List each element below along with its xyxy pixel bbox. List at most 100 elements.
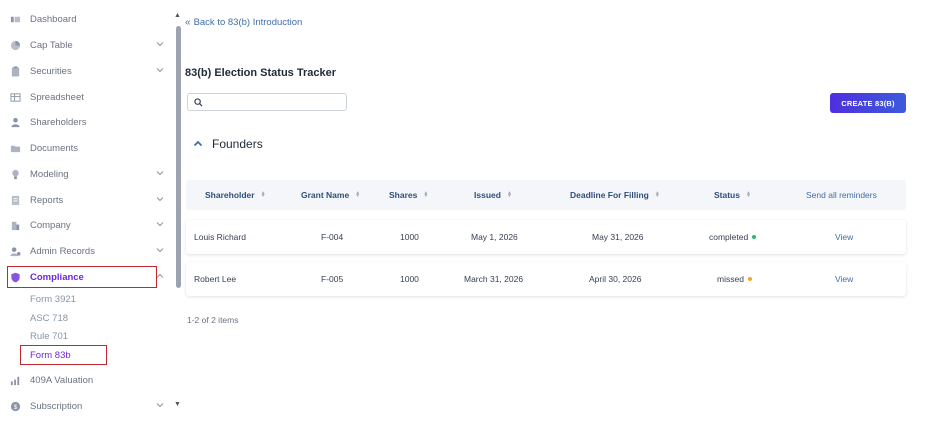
sort-icon: ▲ ▼ <box>260 190 266 199</box>
sidebar-subitem-form-3921[interactable]: Form 3921 <box>30 291 76 307</box>
building-icon <box>10 220 21 231</box>
chevron-down-icon <box>156 248 164 253</box>
cell-grant-name: F-005 <box>321 274 344 284</box>
back-link-label: Back to 83(b) Introduction <box>193 17 303 28</box>
sidebar-item-label: Reports <box>30 194 64 206</box>
column-header-shares[interactable]: Shares ▲ ▼ <box>389 180 428 210</box>
folder-icon <box>10 143 21 154</box>
cell-shareholder: Louis Richard <box>194 232 246 242</box>
report-icon <box>10 195 21 206</box>
valuation-icon <box>10 375 21 386</box>
sidebar-item-modeling[interactable]: Modeling <box>10 164 168 184</box>
sidebar-scrollbar-thumb[interactable] <box>176 26 181 288</box>
sidebar-item-label: 409A Valuation <box>30 374 94 386</box>
status-dot <box>752 235 757 239</box>
chevron-up-icon <box>193 140 203 147</box>
svg-text:$: $ <box>14 403 18 410</box>
status-text: missed <box>717 274 744 284</box>
sidebar-subitem-rule-701[interactable]: Rule 701 <box>30 328 68 344</box>
sort-icon: ▲ ▼ <box>745 190 751 199</box>
sidebar-item-reports[interactable]: Reports <box>10 190 168 210</box>
sidebar-item-label: Company <box>30 219 71 231</box>
clipboard-icon <box>10 65 21 77</box>
sidebar-item-admin-records[interactable]: Admin Records <box>10 241 168 261</box>
search-box[interactable] <box>187 93 347 111</box>
sidebar: Dashboard Cap Table Securities Spreadshe… <box>0 0 172 424</box>
sidebar-item-409a-valuation[interactable]: 409A Valuation <box>10 370 168 390</box>
sidebar-item-subscription[interactable]: $ Subscription <box>10 396 168 416</box>
page-title: 83(b) Election Status Tracker <box>185 67 336 79</box>
status-text: completed <box>709 232 749 242</box>
cell-issued: March 31, 2026 <box>464 274 524 284</box>
cell-status: missed <box>717 262 752 296</box>
sidebar-item-label: Subscription <box>30 400 83 412</box>
spreadsheet-icon <box>10 92 21 103</box>
column-header-issued[interactable]: Issued ▲ ▼ <box>474 180 512 210</box>
admin-icon <box>10 246 21 257</box>
sidebar-subitem-asc-718[interactable]: ASC 718 <box>30 310 68 326</box>
chevron-down-icon <box>156 42 164 47</box>
sidebar-item-label: Documents <box>30 142 79 154</box>
sidebar-item-label: Dashboard <box>30 13 77 25</box>
sidebar-item-label: Securities <box>30 65 72 77</box>
table-header: Shareholder ▲ ▼ Grant Name ▲ ▼ Shares ▲ ▼ I… <box>186 180 906 210</box>
compliance-highlight-box <box>7 266 157 288</box>
sidebar-item-dashboard[interactable]: Dashboard <box>10 9 168 29</box>
cell-deadline: April 30, 2026 <box>589 274 642 284</box>
sidebar-item-documents[interactable]: Documents <box>10 138 168 158</box>
user-icon <box>10 117 21 128</box>
cell-deadline: May 31, 2026 <box>592 232 644 242</box>
pagination-summary: 1-2 of 2 items <box>187 315 239 325</box>
founders-section-toggle[interactable]: Founders <box>193 137 263 151</box>
sidebar-item-securities[interactable]: Securities <box>10 61 168 81</box>
sidebar-item-label: Admin Records <box>30 245 95 257</box>
status-dot <box>747 277 752 281</box>
subscription-icon: $ <box>10 401 21 412</box>
chevron-up-icon <box>156 273 164 278</box>
cell-issued: May 1, 2026 <box>471 232 518 242</box>
column-header-grant-name[interactable]: Grant Name ▲ ▼ <box>301 180 360 210</box>
sort-icon: ▲ ▼ <box>355 190 361 199</box>
view-link[interactable]: View <box>835 262 853 296</box>
double-chevron-left-icon: « <box>185 17 191 28</box>
cell-grant-name: F-004 <box>321 232 344 242</box>
sort-icon: ▲ ▼ <box>506 190 512 199</box>
sidebar-item-label: Shareholders <box>30 116 87 128</box>
sort-icon: ▲ ▼ <box>423 190 429 199</box>
sidebar-item-label: Cap Table <box>30 39 73 51</box>
scroll-down-arrow[interactable]: ▼ <box>174 401 181 408</box>
send-all-reminders-link[interactable]: Send all reminders <box>806 180 877 210</box>
cell-shares: 1000 <box>400 232 419 242</box>
sort-icon: ▲ ▼ <box>654 190 660 199</box>
sidebar-item-label: Spreadsheet <box>30 91 84 103</box>
cell-shares: 1000 <box>400 274 419 284</box>
sidebar-item-label: Modeling <box>30 168 69 180</box>
scroll-up-arrow[interactable]: ▲ <box>174 12 181 19</box>
bulb-icon <box>10 169 21 180</box>
view-link[interactable]: View <box>835 220 853 254</box>
column-header-deadline[interactable]: Deadline For Filling ▲ ▼ <box>570 180 660 210</box>
column-header-status[interactable]: Status ▲ ▼ <box>714 180 751 210</box>
cell-shareholder: Robert Lee <box>194 274 237 284</box>
sidebar-item-spreadsheet[interactable]: Spreadsheet <box>10 87 168 107</box>
create-83b-button[interactable]: CREATE 83(B) <box>830 93 906 113</box>
form-83b-highlight-box <box>20 345 107 365</box>
table-row: Louis Richard F-004 1000 May 1, 2026 May… <box>186 220 906 254</box>
table-row: Robert Lee F-005 1000 March 31, 2026 Apr… <box>186 262 906 296</box>
back-link[interactable]: « Back to 83(b) Introduction <box>185 17 302 28</box>
chevron-down-icon <box>156 68 164 73</box>
column-header-shareholder[interactable]: Shareholder ▲ ▼ <box>205 180 266 210</box>
section-title: Founders <box>212 137 263 151</box>
search-input[interactable] <box>206 97 346 107</box>
chevron-down-icon <box>156 197 164 202</box>
chevron-down-icon <box>156 171 164 176</box>
search-icon <box>194 97 203 106</box>
dashboard-icon <box>10 14 21 25</box>
cell-status: completed <box>709 220 757 254</box>
chevron-down-icon <box>156 403 164 408</box>
sidebar-item-shareholders[interactable]: Shareholders <box>10 112 168 132</box>
sidebar-item-cap-table[interactable]: Cap Table <box>10 35 168 55</box>
pie-chart-icon <box>10 40 21 51</box>
chevron-down-icon <box>156 222 164 227</box>
sidebar-item-company[interactable]: Company <box>10 215 168 235</box>
